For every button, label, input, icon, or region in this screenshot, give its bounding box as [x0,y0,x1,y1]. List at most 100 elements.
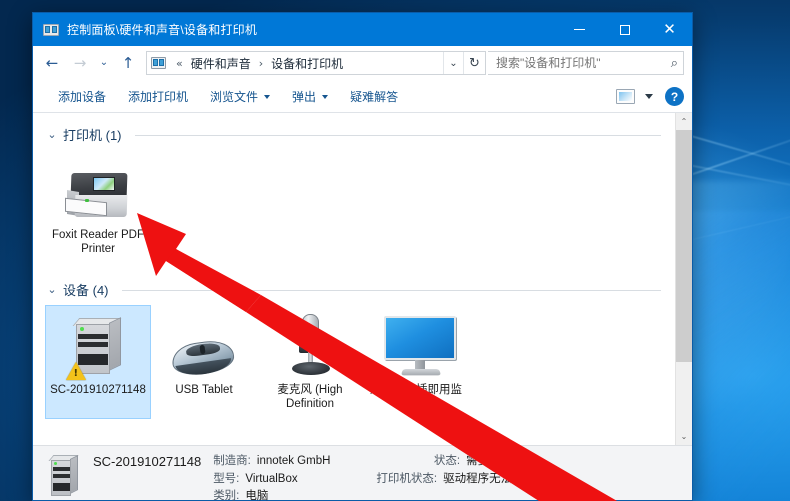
section-divider [121,289,661,291]
computer-tower-icon [66,316,128,380]
details-row: 状态: 需要疑难解答 [376,454,535,470]
scrollbar-track[interactable] [676,130,692,428]
section-title-devices: 设备 (4) [63,282,109,298]
eject-button[interactable]: 弹出 [281,84,339,109]
command-toolbar-right: ? [616,87,684,106]
add-device-button[interactable]: 添加设备 [47,84,117,109]
recent-locations-button[interactable]: ⌄ [95,50,113,76]
browse-files-button[interactable]: 浏览文件 [199,84,281,109]
microphone-icon [282,313,338,378]
printers-grid: Foxit Reader PDF Printer [33,144,675,264]
device-tile-label: Foxit Reader PDF Printer [51,229,145,256]
details-row: 打印机状态: 驱动程序无法使用 [376,472,535,488]
scroll-down-button[interactable]: ⌄ [676,428,692,445]
address-dropdown-button[interactable]: ⌄ [443,52,463,74]
up-arrow-icon: ↑ [121,53,135,72]
control-panel-icon [151,55,167,71]
scroll-up-button[interactable]: ⌃ [676,113,692,130]
devices-grid: SC-201910271148 USB Tablet [33,299,675,419]
details-value: 驱动程序无法使用 [443,472,536,485]
address-bar-row: ← → ⌄ ↑ « 硬件和声音 › 设备和打印机 ⌄ ↻ ⌕ [33,46,692,81]
scrollbar-thumb[interactable] [676,130,692,363]
device-tile-label: 通用非即插即用监视器 [370,383,462,411]
details-value: innotek GmbH [256,455,331,467]
minimize-button[interactable] [557,13,602,46]
details-label: 类别: [213,490,240,501]
icon-area [168,314,240,378]
chevron-down-icon[interactable]: ⌄ [45,128,59,141]
mouse-icon [170,336,238,378]
device-tile-microphone[interactable]: 麦克风 (High Definition [257,305,363,419]
section-header-devices[interactable]: ⌄ 设备 (4) [33,264,675,299]
troubleshoot-label: 疑难解答 [350,90,399,104]
warning-badge-icon [66,361,86,380]
window-title: 控制面板\硬件和声音\设备和打印机 [67,23,258,37]
forward-button[interactable]: → [67,50,93,76]
device-tile-generic-non-pnp-monitor[interactable]: 通用非即插即用监视器 [363,305,469,419]
maximize-button[interactable] [602,13,647,46]
add-printer-button[interactable]: 添加打印机 [117,84,199,109]
device-tile-label: USB Tablet [175,383,233,396]
printer-icon [63,173,133,223]
chevron-down-icon [322,94,329,99]
section-header-printers[interactable]: ⌄ 打印机 (1) [33,113,675,144]
details-properties: 制造商: innotek GmbH 型号: VirtualBox 类别: 电脑 … [213,452,535,501]
breadcrumb-devices-and-printers[interactable]: 设备和打印机 [268,53,346,74]
back-arrow-icon: ← [45,53,59,72]
forward-arrow-icon: → [73,53,87,72]
details-left-column: 制造商: innotek GmbH 型号: VirtualBox 类别: 电脑 [213,454,330,501]
section-title-printers: 打印机 (1) [63,128,122,143]
details-row: 制造商: innotek GmbH [213,454,330,470]
details-label: 制造商: [213,455,251,467]
devices-list: ⌄ 打印机 (1) Foxit Reader PDF Printer ⌄ 设备 … [33,113,675,445]
details-label: 型号: [213,472,240,485]
details-label: 打印机状态: [376,472,438,485]
refresh-button[interactable]: ↻ [463,52,485,74]
add-device-label: 添加设备 [58,90,107,104]
help-glyph: ? [670,89,679,104]
icon-area [380,314,456,378]
icon-area [274,313,346,378]
chevron-down-icon: ⌄ [99,57,109,68]
device-tile-label: 麦克风 (High Definition [277,383,343,411]
up-button[interactable]: ↑ [115,50,141,76]
close-button[interactable]: ✕ [647,13,692,46]
device-tile-sc-201910271148[interactable]: SC-201910271148 [45,304,151,419]
add-printer-label: 添加打印机 [128,90,189,104]
details-value: 电脑 [245,490,269,501]
details-row: 型号: VirtualBox [213,472,330,488]
breadcrumb-overflow-icon[interactable]: « [171,57,188,70]
computer-tower-icon [47,454,81,498]
control-panel-icon [43,22,59,38]
view-layout-icon[interactable] [616,89,635,104]
breadcrumb-hardware-and-sound[interactable]: 硬件和声音 [188,53,254,74]
back-button[interactable]: ← [39,50,65,76]
details-device-name: SC-201910271148 [93,454,202,469]
troubleshoot-button[interactable]: 疑难解答 [339,84,409,109]
title-bar: 控制面板\硬件和声音\设备和打印机 ✕ [33,13,692,46]
browse-files-label: 浏览文件 [210,90,259,104]
address-bar[interactable]: « 硬件和声音 › 设备和打印机 ⌄ ↻ [146,51,486,75]
search-input[interactable] [496,56,671,70]
device-tile-foxit-reader-pdf-printer[interactable]: Foxit Reader PDF Printer [45,150,151,264]
chevron-down-icon[interactable]: ⌄ [45,283,59,296]
chevron-up-icon: ⌃ [680,117,688,126]
details-right-column: 状态: 需要疑难解答 打印机状态: 驱动程序无法使用 [376,454,535,501]
details-label: 状态: [433,455,461,467]
icon-area [62,159,134,223]
chevron-down-icon[interactable] [645,94,653,99]
close-icon: ✕ [663,20,676,38]
device-tile-label: SC-201910271148 [50,383,146,396]
search-box[interactable]: ⌕ [488,51,684,75]
command-toolbar: 添加设备 添加打印机 浏览文件 弹出 疑难解答 ? [33,81,692,113]
details-pane: SC-201910271148 制造商: innotek GmbH 型号: Vi… [33,445,692,501]
help-icon[interactable]: ? [665,87,684,106]
details-value: 需要疑难解答 [466,455,536,467]
vertical-scrollbar[interactable]: ⌃ ⌄ [675,113,692,445]
device-tile-usb-tablet[interactable]: USB Tablet [151,305,257,419]
eject-label: 弹出 [292,90,317,104]
breadcrumb-separator-icon[interactable]: › [254,57,268,70]
icon-area [62,314,134,380]
chevron-down-icon: ⌄ [449,57,458,69]
search-icon[interactable]: ⌕ [671,56,678,71]
